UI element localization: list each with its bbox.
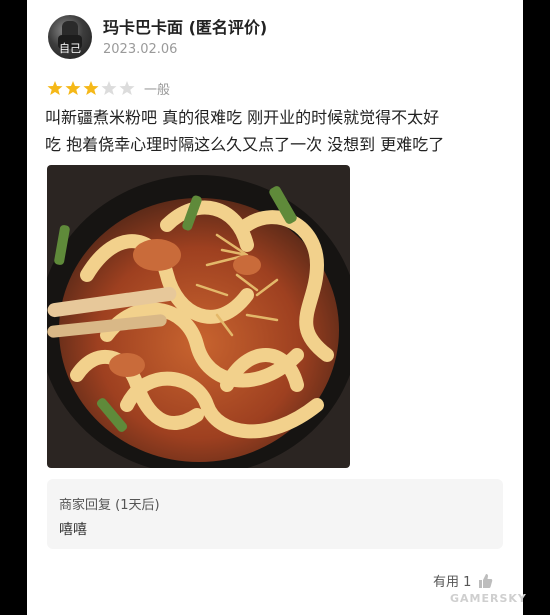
review-text-line-1: 叫新疆煮米粉吧 真的很难吃 刚开业的时候就觉得不太好	[45, 108, 440, 127]
review-date: 2023.02.06	[103, 42, 178, 57]
gamersky-watermark: GAMERSKY	[450, 592, 527, 605]
merchant-reply-text: 嘻嘻	[59, 522, 87, 538]
useful-label: 有用 1	[433, 575, 472, 590]
star-rating	[47, 80, 135, 96]
review-card: 自己 玛卡巴卡面 (匿名评价) 2023.02.06 一般 叫新疆煮米粉吧 真的…	[27, 0, 523, 615]
star-filled-icon	[83, 81, 99, 95]
star-empty-icon	[119, 81, 135, 95]
star-filled-icon	[65, 81, 81, 95]
review-photo[interactable]	[47, 165, 350, 468]
star-filled-icon	[47, 81, 63, 95]
noodle-dish-photo-icon	[47, 165, 350, 468]
useful-button[interactable]: 有用 1	[433, 571, 493, 590]
merchant-reply: 商家回复 (1天后) 嘻嘻	[47, 479, 503, 549]
avatar[interactable]: 自己	[48, 15, 92, 59]
review-text-line-2: 吃 抱着侥幸心理时隔这么久又点了一次 没想到 更难吃了	[45, 135, 445, 154]
avatar-label: 自己	[59, 42, 81, 55]
review-text: 叫新疆煮米粉吧 真的很难吃 刚开业的时候就觉得不太好 吃 抱着侥幸心理时隔这么久…	[45, 104, 515, 158]
star-empty-icon	[101, 81, 117, 95]
thumbs-up-icon	[479, 573, 493, 588]
merchant-reply-title: 商家回复 (1天后)	[59, 498, 160, 513]
reviewer-name[interactable]: 玛卡巴卡面 (匿名评价)	[103, 14, 267, 38]
rating-label: 一般	[144, 83, 171, 98]
